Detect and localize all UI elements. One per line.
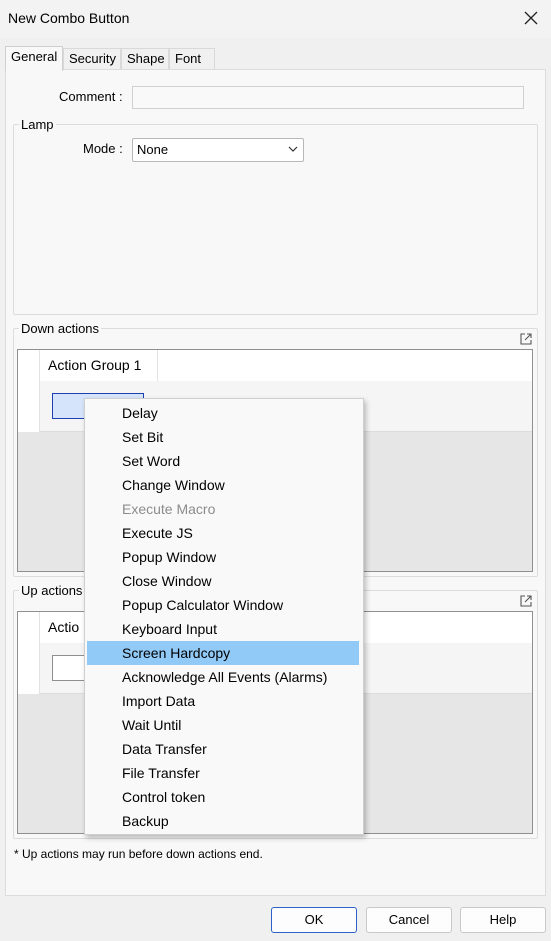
tab-general[interactable]: General — [5, 46, 63, 71]
up-actions-title: Up actions — [19, 583, 85, 598]
cancel-button[interactable]: Cancel — [366, 907, 452, 933]
title-bar: New Combo Button — [0, 0, 551, 38]
menu-item-execute-macro: Execute Macro — [122, 501, 216, 517]
tab-security[interactable]: Security — [63, 48, 121, 70]
mode-select[interactable]: None — [132, 138, 304, 162]
mode-select-value: None — [137, 142, 169, 157]
menu-item-file-transfer[interactable]: File Transfer — [87, 761, 359, 785]
menu-item-popup-window[interactable]: Popup Window — [87, 545, 359, 569]
ok-button[interactable]: OK — [271, 907, 357, 933]
chevron-down-icon — [288, 146, 298, 152]
popout-icon[interactable] — [519, 594, 533, 608]
tab-font[interactable]: Font — [169, 48, 215, 70]
comment-label: Comment : — [59, 89, 123, 104]
menu-item-change-window[interactable]: Change Window — [87, 473, 359, 497]
up-actions-leftstrip — [18, 612, 40, 694]
down-action-group-tab[interactable]: Action Group 1 — [40, 350, 158, 381]
menu-item-close-window[interactable]: Close Window — [87, 569, 359, 593]
menu-item-import-data[interactable]: Import Data — [87, 689, 359, 713]
close-icon[interactable] — [521, 8, 541, 28]
comment-input[interactable] — [132, 86, 524, 109]
menu-item-delay[interactable]: Delay — [87, 401, 359, 425]
menu-item-set-bit[interactable]: Set Bit — [87, 425, 359, 449]
action-context-menu: Delay Set Bit Set Word Change Window Exe… — [84, 398, 364, 835]
menu-item-acknowledge-all-events[interactable]: Acknowledge All Events (Alarms) — [87, 665, 359, 689]
menu-item-wait-until[interactable]: Wait Until — [87, 713, 359, 737]
menu-item-control-token[interactable]: Control token — [87, 785, 359, 809]
menu-item-keyboard-input[interactable]: Keyboard Input — [87, 617, 359, 641]
popout-icon[interactable] — [519, 332, 533, 346]
window-title: New Combo Button — [8, 10, 130, 26]
lamp-group-title: Lamp — [19, 117, 56, 132]
help-button[interactable]: Help — [460, 907, 546, 933]
menu-item-screen-hardcopy[interactable]: Screen Hardcopy — [87, 641, 359, 665]
menu-item-data-transfer[interactable]: Data Transfer — [87, 737, 359, 761]
footnote: * Up actions may run before down actions… — [14, 847, 263, 861]
down-actions-leftstrip — [18, 350, 40, 432]
menu-item-popup-calculator-window[interactable]: Popup Calculator Window — [87, 593, 359, 617]
down-actions-title: Down actions — [19, 321, 102, 336]
tab-shape[interactable]: Shape — [121, 48, 169, 70]
menu-item-execute-js[interactable]: Execute JS — [87, 521, 359, 545]
menu-item-set-word[interactable]: Set Word — [87, 449, 359, 473]
menu-item-backup[interactable]: Backup — [87, 809, 359, 833]
mode-label: Mode : — [83, 141, 123, 156]
